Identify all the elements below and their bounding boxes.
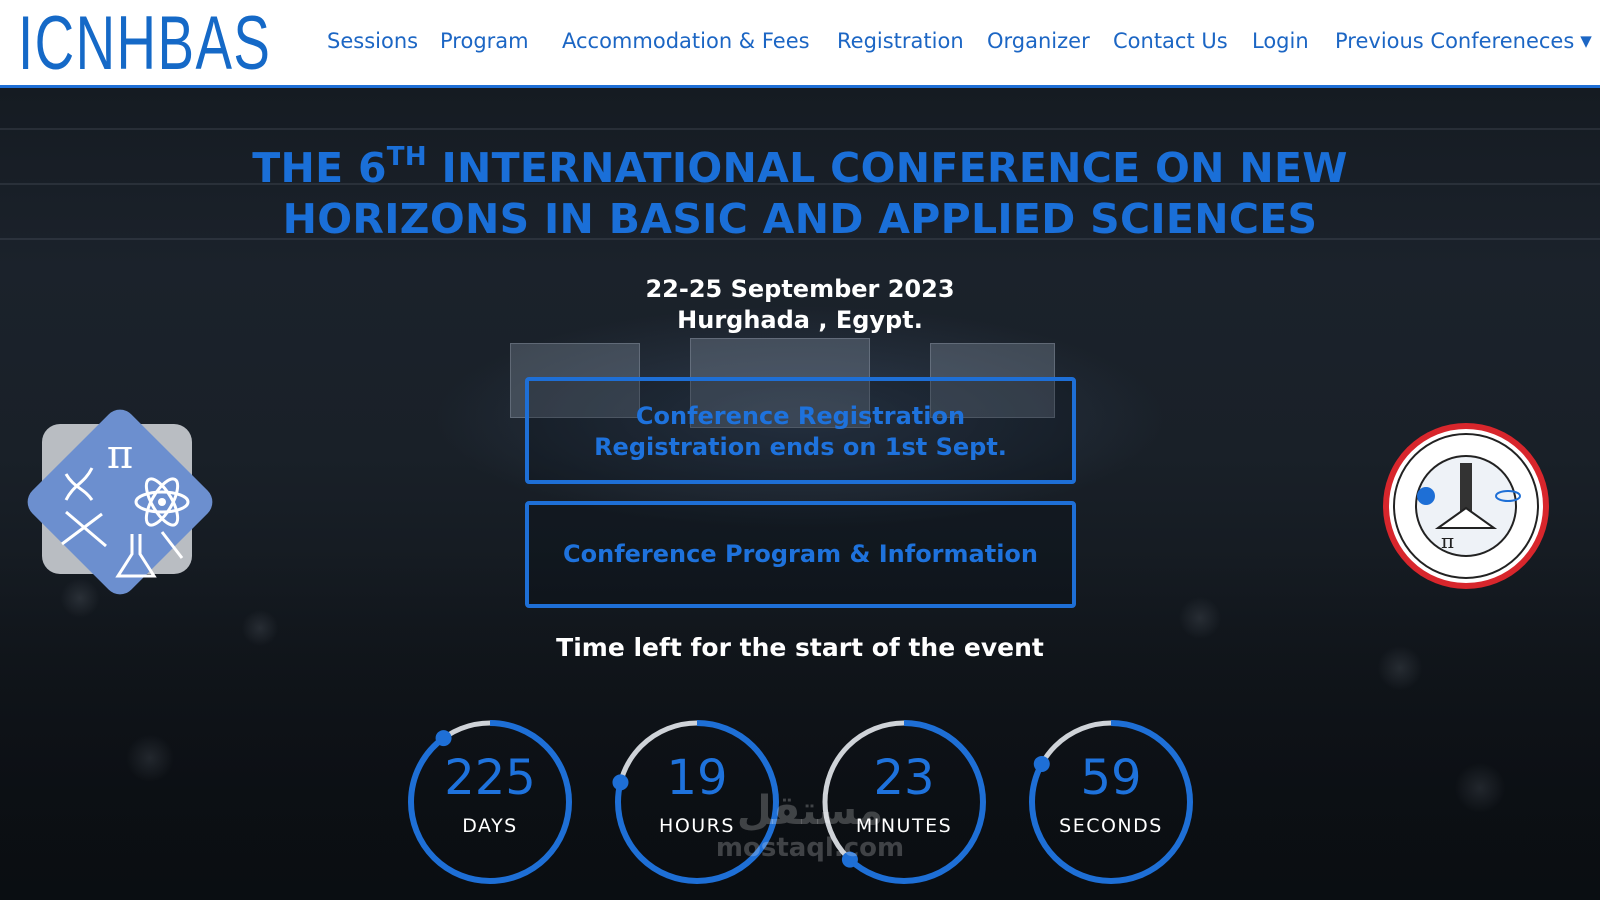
watermark-english: mostaql.com xyxy=(715,833,905,863)
watermark-arabic: مستقل xyxy=(736,788,884,834)
nav-registration[interactable]: Registration xyxy=(837,29,964,53)
conference-title: THE 6TH INTERNATIONAL CONFERENCE ON NEW … xyxy=(200,143,1400,245)
countdown-seconds: 59 SECONDS xyxy=(1026,717,1196,887)
hero-section: THE 6TH INTERNATIONAL CONFERENCE ON NEW … xyxy=(0,88,1600,900)
conference-program-button[interactable]: Conference Program & Information xyxy=(525,501,1076,608)
countdown-days: 225 DAYS xyxy=(405,717,575,887)
caret-down-icon: ▼ xyxy=(1580,32,1592,50)
nav-contact-us[interactable]: Contact Us xyxy=(1113,29,1228,53)
nav-organizer[interactable]: Organizer xyxy=(987,29,1090,53)
title-superscript: TH xyxy=(386,142,427,172)
event-location: Hurghada , Egypt. xyxy=(677,306,923,334)
registration-button-line2: Registration ends on 1st Sept. xyxy=(594,433,1007,461)
event-date: 22-25 September 2023 xyxy=(645,275,955,303)
conference-registration-button[interactable]: Conference Registration Registration end… xyxy=(525,377,1076,484)
nav-sessions[interactable]: Sessions xyxy=(327,29,418,53)
nav-accommodation-fees[interactable]: Accommodation & Fees xyxy=(562,29,810,53)
svg-text:π: π xyxy=(1441,529,1454,553)
top-navigation-bar: ICNHBAS Sessions Program Accommodation &… xyxy=(0,0,1600,88)
faculty-of-science-seal-icon: π xyxy=(1383,423,1549,589)
mostaql-watermark: مستقل mostaql.com xyxy=(690,788,930,862)
countdown-label: SECONDS xyxy=(1059,815,1163,837)
nav-login[interactable]: Login xyxy=(1252,29,1309,53)
nav-previous-conferences-label: Previous Confereneces xyxy=(1335,29,1575,53)
registration-button-line1: Conference Registration xyxy=(635,402,966,430)
countdown-value: 225 xyxy=(444,750,536,806)
science-logo-icon: π xyxy=(27,409,213,595)
countdown-label: DAYS xyxy=(462,815,518,837)
nav-previous-conferences[interactable]: Previous Confereneces ▼ xyxy=(1335,29,1592,53)
nav-program[interactable]: Program xyxy=(440,29,529,53)
countdown-value: 59 xyxy=(1080,750,1142,806)
countdown-ring-knob xyxy=(435,730,452,747)
countdown-title: Time left for the start of the event xyxy=(556,633,1044,662)
main-nav: Sessions Program Accommodation & Fees Re… xyxy=(0,0,1600,88)
title-prefix: THE 6 xyxy=(252,144,387,192)
title-rest: INTERNATIONAL CONFERENCE ON NEW HORIZONS… xyxy=(282,144,1348,243)
svg-text:π: π xyxy=(107,432,133,478)
event-info: 22-25 September 2023 Hurghada , Egypt. xyxy=(500,274,1100,336)
